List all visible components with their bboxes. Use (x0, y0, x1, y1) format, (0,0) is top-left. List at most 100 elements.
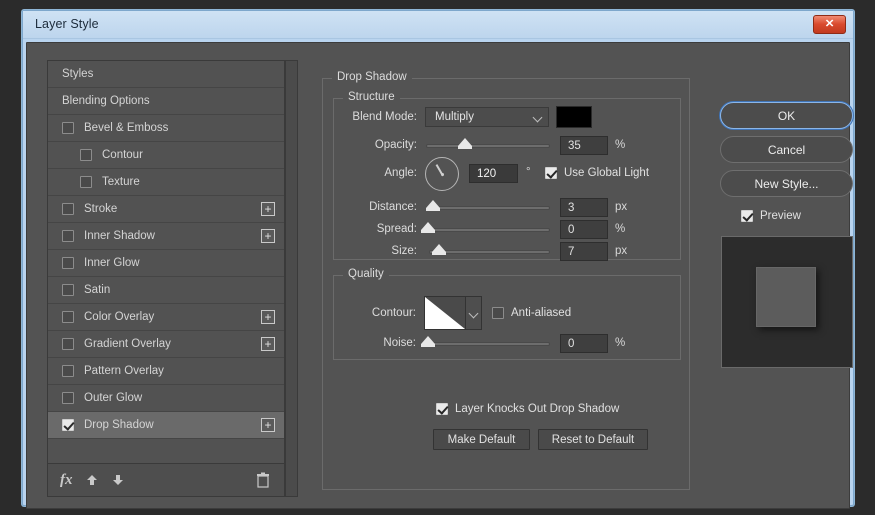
style-row-label: Outer Glow (84, 392, 143, 404)
spread-input[interactable]: 0 (560, 220, 608, 239)
noise-slider-handle[interactable] (421, 336, 435, 347)
style-row-bevel-emboss[interactable]: Bevel & Emboss (48, 115, 284, 142)
anti-aliased-label: Anti-aliased (511, 307, 572, 319)
size-unit: px (615, 245, 628, 257)
style-row-label: Inner Glow (84, 257, 140, 269)
style-checkbox[interactable] (62, 284, 74, 296)
style-row-satin[interactable]: Satin (48, 277, 284, 304)
size-slider[interactable] (429, 244, 550, 255)
style-checkbox[interactable] (62, 365, 74, 377)
preview-checkbox[interactable] (741, 210, 753, 222)
distance-slider[interactable] (426, 200, 550, 211)
use-global-light-row[interactable]: Use Global Light (545, 167, 649, 179)
style-checkbox[interactable] (62, 311, 74, 323)
layer-knocks-out-row[interactable]: Layer Knocks Out Drop Shadow (436, 403, 619, 415)
drop-shadow-group: Drop Shadow Structure Blend Mode: Multip… (322, 71, 690, 490)
opacity-slider[interactable] (426, 138, 550, 149)
spread-slider[interactable] (421, 222, 550, 233)
spread-slider-handle[interactable] (421, 222, 435, 233)
move-down-icon[interactable] (111, 473, 125, 487)
preview-row[interactable]: Preview (741, 210, 801, 222)
anti-aliased-checkbox[interactable] (492, 307, 504, 319)
styles-list[interactable]: Styles Blending Options Bevel & Emboss Cont… (48, 61, 284, 464)
style-row-label: Satin (84, 284, 111, 296)
noise-input[interactable]: 0 (560, 334, 608, 353)
use-global-light-label: Use Global Light (564, 167, 650, 179)
new-style-button[interactable]: New Style... (720, 170, 853, 197)
add-effect-icon[interactable]: + (261, 202, 275, 216)
style-checkbox[interactable] (62, 419, 74, 431)
make-default-button[interactable]: Make Default (433, 429, 530, 450)
close-icon: ✕ (824, 18, 835, 30)
style-row-color-overlay[interactable]: Color Overlay + (48, 304, 284, 331)
style-row-pattern-overlay[interactable]: Pattern Overlay (48, 358, 284, 385)
quality-group-title: Quality (343, 268, 389, 280)
style-row-stroke[interactable]: Stroke + (48, 196, 284, 223)
style-checkbox[interactable] (62, 338, 74, 350)
style-row-texture[interactable]: Texture (48, 169, 284, 196)
size-slider-handle[interactable] (432, 244, 446, 255)
use-global-light-checkbox[interactable] (545, 167, 557, 179)
noise-value: 0 (568, 337, 575, 350)
style-checkbox[interactable] (62, 392, 74, 404)
actions-panel: OK Cancel New Style... Preview (715, 60, 855, 497)
styles-scrollbar[interactable] (285, 60, 298, 497)
style-row-label: Gradient Overlay (84, 338, 171, 350)
move-up-icon[interactable] (85, 473, 99, 487)
distance-input[interactable]: 3 (560, 198, 608, 217)
style-row-label: Color Overlay (84, 311, 155, 323)
cancel-button[interactable]: Cancel (720, 136, 853, 163)
blend-mode-label: Blend Mode: (352, 111, 417, 123)
style-row-label: Inner Shadow (84, 230, 155, 242)
style-row-outer-glow[interactable]: Outer Glow (48, 385, 284, 412)
noise-slider[interactable] (421, 336, 550, 347)
layer-style-dialog: Layer Style ✕ Styles Blending Options Beve… (22, 10, 855, 509)
style-row-gradient-overlay[interactable]: Gradient Overlay + (48, 331, 284, 358)
delete-icon[interactable] (256, 472, 270, 493)
style-row-label: Texture (102, 176, 140, 188)
style-checkbox[interactable] (62, 203, 74, 215)
size-value: 7 (568, 245, 575, 258)
opacity-input[interactable]: 35 (560, 136, 608, 155)
add-effect-icon[interactable]: + (261, 337, 275, 351)
style-row-styles[interactable]: Styles (48, 61, 284, 88)
quality-group: Quality Contour: Anti-aliased Noise: 0 % (333, 268, 681, 360)
angle-unit: ° (526, 166, 531, 178)
distance-slider-handle[interactable] (426, 200, 440, 211)
angle-dial[interactable] (425, 157, 459, 191)
size-input[interactable]: 7 (560, 242, 608, 261)
opacity-slider-handle[interactable] (458, 138, 472, 149)
style-checkbox[interactable] (80, 176, 92, 188)
angle-label: Angle: (384, 167, 417, 179)
noise-label: Noise: (383, 337, 416, 349)
chevron-down-icon (532, 112, 543, 123)
layer-knocks-out-label: Layer Knocks Out Drop Shadow (455, 403, 620, 415)
opacity-unit: % (615, 139, 626, 151)
shadow-color-swatch[interactable] (556, 106, 592, 128)
add-effect-icon[interactable]: + (261, 418, 275, 432)
ok-button[interactable]: OK (720, 102, 853, 129)
fx-icon[interactable]: fx (60, 472, 73, 489)
style-row-inner-glow[interactable]: Inner Glow (48, 250, 284, 277)
close-button[interactable]: ✕ (813, 15, 846, 34)
anti-aliased-row[interactable]: Anti-aliased (492, 307, 571, 319)
style-row-blending-options[interactable]: Blending Options (48, 88, 284, 115)
contour-thumbnail[interactable] (424, 296, 466, 330)
style-row-contour[interactable]: Contour (48, 142, 284, 169)
style-checkbox[interactable] (62, 257, 74, 269)
style-row-label: Drop Shadow (84, 419, 154, 431)
add-effect-icon[interactable]: + (261, 229, 275, 243)
contour-dropdown-button[interactable] (466, 296, 482, 330)
blend-mode-value: Multiply (435, 111, 474, 123)
layer-knocks-out-checkbox[interactable] (436, 403, 448, 415)
style-checkbox[interactable] (62, 230, 74, 242)
style-checkbox[interactable] (80, 149, 92, 161)
style-row-drop-shadow[interactable]: Drop Shadow + (48, 412, 284, 439)
size-label: Size: (391, 245, 417, 257)
style-row-inner-shadow[interactable]: Inner Shadow + (48, 223, 284, 250)
blend-mode-select[interactable]: Multiply (425, 107, 549, 127)
add-effect-icon[interactable]: + (261, 310, 275, 324)
angle-input[interactable]: 120 (469, 164, 518, 183)
style-checkbox[interactable] (62, 122, 74, 134)
reset-to-default-button[interactable]: Reset to Default (538, 429, 648, 450)
